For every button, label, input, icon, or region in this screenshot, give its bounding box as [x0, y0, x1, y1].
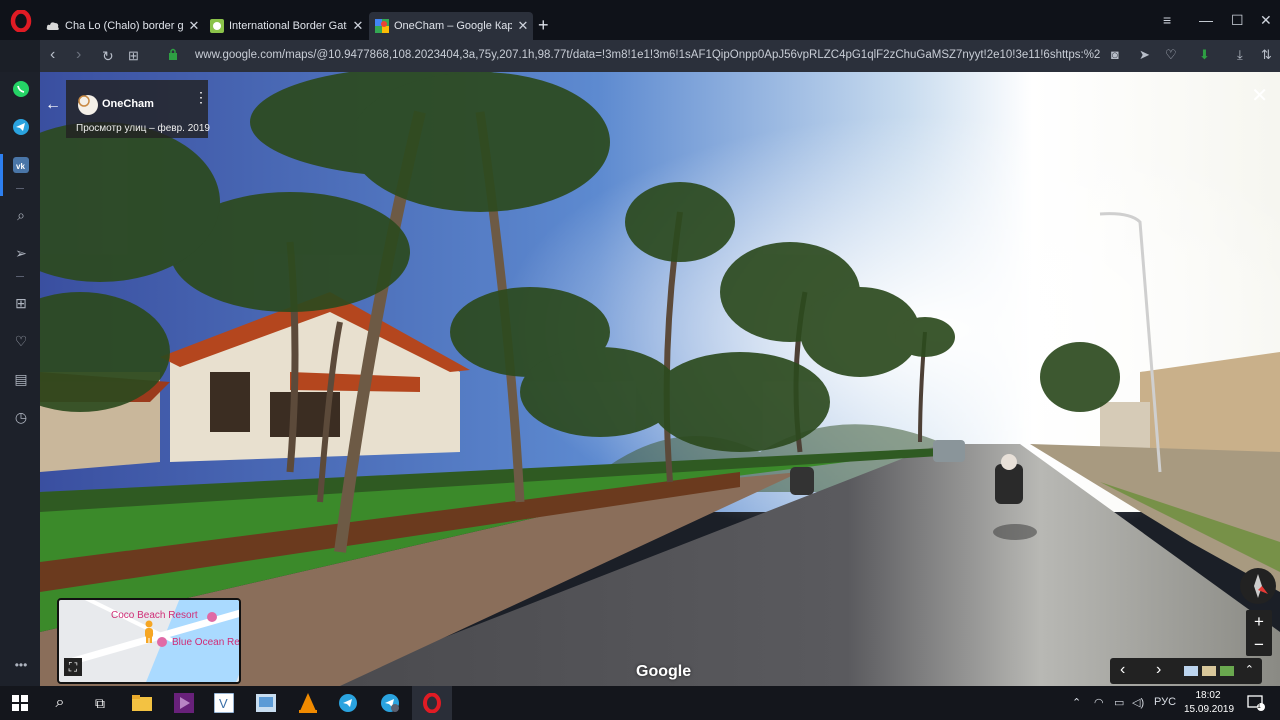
street-view-panorama[interactable]: ← OneCham ⋮ Просмотр улиц – февр. 2019 ✕… [40, 72, 1280, 686]
clock-time: 18:02 [1195, 690, 1221, 701]
sidebar-active-indicator [0, 154, 3, 196]
previous-arrow-icon[interactable]: ‹ [1120, 661, 1125, 679]
place-name[interactable]: OneCham [102, 98, 154, 110]
thumbnail[interactable] [1184, 666, 1198, 676]
next-arrow-icon[interactable]: › [1156, 661, 1161, 679]
notification-count: 1 [1257, 703, 1261, 710]
svg-text:V: V [219, 696, 228, 711]
place-logo-icon [78, 95, 98, 115]
tab-title: OneCham – Google Карты [394, 20, 512, 32]
thumbnail[interactable] [1202, 666, 1216, 676]
network-icon[interactable]: ◠ [1094, 696, 1104, 709]
new-tab-button[interactable]: + [538, 16, 549, 34]
map-label-blue-ocean[interactable]: Blue Ocean Re [172, 637, 239, 648]
sidebar-separator [16, 276, 24, 277]
close-street-view-icon[interactable]: ✕ [1251, 86, 1268, 106]
thumbnail[interactable] [1220, 666, 1234, 676]
street-view-image [40, 72, 1280, 686]
tab-cha-lo[interactable]: Cha Lo (Chalo) border gate ✕ [40, 12, 201, 40]
opera-taskbar-icon[interactable] [420, 691, 444, 715]
street-view-date: Просмотр улиц – февр. 2019 [76, 123, 210, 134]
language-indicator[interactable]: РУС [1154, 696, 1176, 708]
lock-icon[interactable] [168, 48, 178, 63]
address-bar: ‹ › ↻ ⊞ www.google.com/maps/@10.9477868,… [40, 40, 1280, 72]
place-info-card: OneCham ⋮ Просмотр улиц – февр. 2019 [66, 80, 210, 138]
notification-center-icon[interactable]: 1 [1244, 691, 1268, 715]
tab-border-gates[interactable]: International Border Gates ✕ [204, 12, 365, 40]
svg-text:vk: vk [16, 162, 25, 171]
tab-menu-icon[interactable]: ≡ [1163, 12, 1171, 28]
windows-taskbar: ⌕ ⧉ V ⌃ ◠ ▭ ◁) РУС 18:02 15.09.2019 1 [0, 686, 1280, 720]
visual-studio-icon[interactable] [172, 691, 196, 715]
telegram-taskbar-icon[interactable] [336, 691, 360, 715]
imagery-thumbnails[interactable]: ⌃ [1178, 658, 1262, 684]
reload-icon[interactable]: ↻ [102, 48, 114, 65]
windows-start-icon[interactable] [8, 691, 32, 715]
url-input[interactable]: www.google.com/maps/@10.9477868,108.2023… [195, 49, 1100, 61]
telegram-icon[interactable] [12, 118, 30, 136]
send-icon[interactable]: ➤ [1139, 47, 1150, 63]
maximize-button[interactable]: ☐ [1231, 12, 1244, 29]
forward-button[interactable]: › [76, 46, 81, 64]
poi-marker-icon[interactable] [207, 612, 217, 622]
battery-icon[interactable]: ▭ [1114, 696, 1124, 709]
telegram-desktop-icon[interactable] [378, 691, 402, 715]
vk-icon[interactable]: vk [12, 156, 30, 174]
search-icon[interactable]: ⌕ [48, 691, 72, 715]
minimize-button[interactable]: — [1199, 12, 1213, 28]
history-icon[interactable]: ◷ [12, 408, 30, 426]
back-arrow-icon[interactable]: ← [45, 96, 61, 114]
photos-app-icon[interactable] [254, 691, 278, 715]
zoom-in-button[interactable]: + [1246, 610, 1272, 633]
speed-dial-icon[interactable]: ⊞ [128, 48, 139, 64]
google-watermark: Google [636, 663, 692, 680]
poi-marker-icon[interactable] [157, 637, 167, 647]
volume-icon[interactable]: ◁) [1132, 696, 1144, 709]
tab-onecham-maps[interactable]: OneCham – Google Карты ✕ [369, 12, 533, 40]
mini-map[interactable]: Coco Beach Resort Blue Ocean Re ⛶ [57, 598, 241, 684]
tab-title: International Border Gates [229, 20, 347, 32]
show-hidden-icons[interactable]: ⌃ [1072, 696, 1081, 709]
whatsapp-icon[interactable] [12, 80, 30, 98]
close-tab-icon[interactable]: ✕ [516, 18, 530, 34]
back-button[interactable]: ‹ [50, 46, 55, 64]
more-options-icon[interactable]: ⋮ [194, 90, 208, 104]
tab-bar: Cha Lo (Chalo) border gate ✕ Internation… [0, 0, 1280, 40]
close-tab-icon[interactable]: ✕ [187, 18, 201, 34]
task-view-icon[interactable]: ⧉ [88, 691, 112, 715]
expand-thumbnails-icon[interactable]: ⌃ [1245, 663, 1254, 676]
zoom-out-button[interactable]: − [1246, 633, 1272, 656]
close-window-button[interactable]: ✕ [1260, 12, 1272, 29]
site-favicon-icon [210, 19, 224, 33]
send-icon[interactable]: ➢ [12, 244, 30, 262]
pegman-icon[interactable] [143, 620, 155, 644]
bookmark-heart-icon[interactable]: ♡ [1165, 47, 1177, 63]
sidebar-separator [16, 188, 24, 189]
zoom-control: + − [1246, 610, 1272, 656]
close-tab-icon[interactable]: ✕ [351, 18, 365, 34]
more-icon[interactable]: ••• [12, 656, 30, 674]
clock-date: 15.09.2019 [1184, 704, 1235, 715]
sidebar: vk ⌕ ➢ ⊞ ♡ ▤ ◷ ••• [0, 72, 40, 686]
grid-icon[interactable]: ⊞ [12, 294, 30, 312]
compass-icon[interactable] [1240, 568, 1276, 604]
file-explorer-icon[interactable] [130, 691, 154, 715]
search-icon[interactable]: ⌕ [12, 206, 30, 224]
camera-icon[interactable]: ◙ [1111, 47, 1119, 62]
downloads-icon[interactable]: ⤓ [1237, 47, 1243, 63]
settings-icon[interactable]: ⇅ [1261, 47, 1272, 63]
download-icon[interactable]: ⬇ [1199, 47, 1210, 63]
expand-map-icon[interactable]: ⛶ [64, 658, 82, 676]
news-icon[interactable]: ▤ [12, 370, 30, 388]
vlc-icon[interactable] [296, 691, 320, 715]
cloud-icon [46, 19, 60, 33]
opera-menu-icon[interactable] [10, 9, 32, 33]
heart-icon[interactable]: ♡ [12, 332, 30, 350]
clock[interactable]: 18:02 15.09.2019 [1184, 689, 1235, 717]
tab-title: Cha Lo (Chalo) border gate [65, 20, 183, 32]
vim-icon[interactable]: V [212, 691, 236, 715]
google-maps-icon [375, 19, 389, 33]
